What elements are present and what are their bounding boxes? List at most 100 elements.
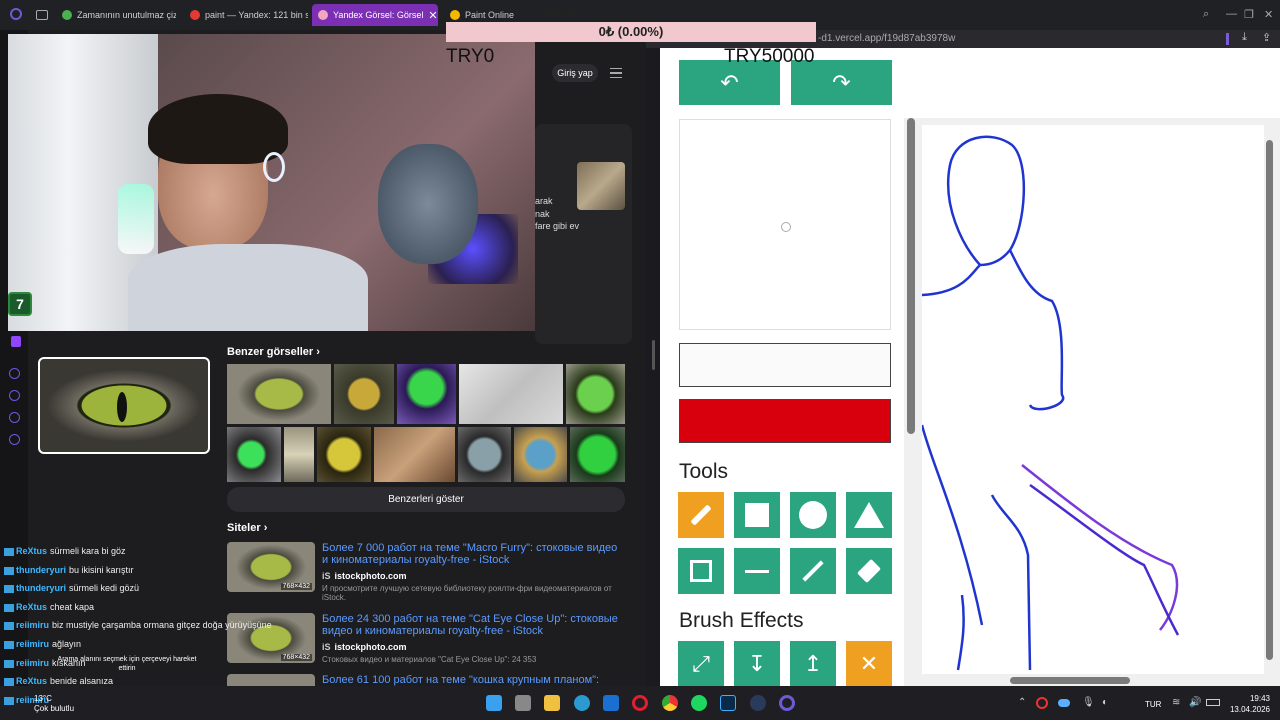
similar-thumb[interactable] xyxy=(374,427,455,482)
arrow-up-effect-button[interactable]: ↥ xyxy=(790,641,836,687)
no-effect-button[interactable]: ✕ xyxy=(846,641,892,687)
tab-zamanin[interactable]: Zamanının unutulmaz çizg xyxy=(56,4,176,26)
selection-frame[interactable] xyxy=(38,357,210,454)
download-list-icon[interactable] xyxy=(9,412,20,423)
show-similar-button[interactable]: Benzerleri göster xyxy=(227,487,625,512)
tray-battery-icon[interactable] xyxy=(1206,699,1220,706)
tab-yandex-images[interactable]: Yandex Görsel: Görsel ✕ xyxy=(312,4,438,26)
file-explorer-icon[interactable] xyxy=(544,695,560,711)
brush-tool-button[interactable] xyxy=(678,492,724,538)
tray-chevron-icon[interactable]: ⌃ xyxy=(1018,697,1026,708)
color-input-white[interactable] xyxy=(679,343,891,387)
color-swatch-red[interactable] xyxy=(679,399,891,443)
chat-username: reiimiru xyxy=(16,620,50,630)
history-icon[interactable] xyxy=(9,390,20,401)
horizontal-scrollbar[interactable] xyxy=(1010,677,1130,684)
result-source[interactable]: iS istockphoto.com xyxy=(322,571,407,581)
share-icon[interactable]: ⇪ xyxy=(1262,31,1271,44)
settings-icon[interactable] xyxy=(9,434,20,445)
right-scrollbar[interactable] xyxy=(1266,140,1273,660)
chat-text: sürmeli kara bi göz xyxy=(50,546,126,556)
line-tool-button[interactable] xyxy=(734,548,780,594)
drawing-canvas[interactable] xyxy=(920,125,1264,674)
chat-message: ReXtus sürmeli kara bi göz xyxy=(4,546,126,556)
search-frame-tooltip: Arama alanını seçmek için çerçeveyi hare… xyxy=(52,655,202,673)
browser-logo-icon[interactable] xyxy=(10,8,22,20)
similar-thumb[interactable] xyxy=(514,427,567,482)
similar-thumb[interactable] xyxy=(566,364,625,424)
edge-icon[interactable] xyxy=(574,695,590,711)
chat-username: ReXtus xyxy=(16,546,48,556)
tray-cloud-icon[interactable] xyxy=(1058,699,1070,707)
tab-list-icon[interactable] xyxy=(36,10,48,20)
result-source[interactable]: iS istockphoto.com xyxy=(322,642,407,652)
similar-thumb[interactable] xyxy=(459,364,563,424)
minimize-icon[interactable]: — xyxy=(1226,8,1237,20)
login-button[interactable]: Giriş yap xyxy=(552,64,598,82)
twitch-badge-icon xyxy=(4,696,14,705)
similar-thumb[interactable] xyxy=(227,364,331,424)
similar-thumb[interactable] xyxy=(284,427,314,482)
result-size-badge: 768×432 xyxy=(280,654,312,661)
expand-effect-button[interactable]: ⤢ xyxy=(678,641,724,687)
square-tool-button[interactable] xyxy=(734,492,780,538)
opera-icon[interactable] xyxy=(632,695,648,711)
close-tab-icon[interactable]: ✕ xyxy=(428,9,437,22)
chat-text: cheat kapa xyxy=(50,602,95,612)
play-icon[interactable] xyxy=(9,368,20,379)
twitch-badge-icon xyxy=(4,603,14,612)
result-thumb[interactable] xyxy=(227,674,315,686)
close-window-icon[interactable]: ✕ xyxy=(1264,8,1273,21)
eraser-tool-button[interactable] xyxy=(846,548,892,594)
triangle-tool-button[interactable] xyxy=(846,492,892,538)
result-thumb[interactable]: 768×432 xyxy=(227,542,315,592)
circle-icon xyxy=(799,501,827,529)
similar-thumb[interactable] xyxy=(317,427,371,482)
snippet-text-3: fare gibi ev xyxy=(535,221,580,231)
tray-wifi-icon[interactable]: ≋ xyxy=(1172,697,1180,708)
spotify-icon[interactable] xyxy=(691,695,707,711)
snippet-thumbnail[interactable] xyxy=(577,162,625,210)
windows-start-icon[interactable] xyxy=(486,695,502,711)
tab-favicon-icon xyxy=(318,10,328,20)
task-view-icon[interactable] xyxy=(515,695,531,711)
restore-icon[interactable]: ❐ xyxy=(1244,8,1254,21)
steam-icon[interactable] xyxy=(750,695,766,711)
search-icon[interactable]: ⌕ xyxy=(1203,8,1209,21)
result-title-link[interactable]: Более 24 300 работ на теме "Cat Eye Clos… xyxy=(322,613,626,637)
download-icon[interactable]: ⤓ xyxy=(1242,31,1247,44)
similar-images-heading[interactable]: Benzer görseller › xyxy=(227,346,320,358)
microphone xyxy=(118,184,154,254)
similar-thumb[interactable] xyxy=(227,427,281,482)
chat-username: thunderyuri xyxy=(16,565,67,575)
bookmark-icon[interactable] xyxy=(1226,33,1229,45)
tray-network-icon[interactable]: ◐ xyxy=(1102,697,1108,708)
tab-yandex-search[interactable]: paint — Yandex: 121 bin so xyxy=(184,4,308,26)
circle-tool-button[interactable] xyxy=(790,492,836,538)
sites-heading[interactable]: Siteler › xyxy=(227,522,267,534)
magic-wand-tool-button[interactable] xyxy=(790,548,836,594)
weather-widget[interactable]: 13°C Çok bulutlu xyxy=(34,694,74,714)
person-shirt xyxy=(128,244,368,331)
chrome-icon[interactable] xyxy=(662,695,678,711)
result-title-link[interactable]: Более 7 000 работ на теме "Macro Furry":… xyxy=(322,542,626,566)
vertical-scrollbar[interactable] xyxy=(907,118,915,434)
similar-thumb[interactable] xyxy=(334,364,394,424)
tray-microphone-icon[interactable]: 🎙 xyxy=(1082,697,1095,708)
result-title-link[interactable]: Более 61 100 работ на теме "кошка крупны… xyxy=(322,674,626,686)
browser-icon[interactable] xyxy=(779,695,795,711)
arrow-down-effect-button[interactable]: ↧ xyxy=(734,641,780,687)
clock[interactable]: 19:43 13.04.2026 xyxy=(1226,693,1270,715)
similar-thumb[interactable] xyxy=(458,427,511,482)
tray-volume-icon[interactable]: 🔊 xyxy=(1189,697,1201,708)
tray-app-icon[interactable] xyxy=(1036,697,1048,709)
photoshop-icon[interactable] xyxy=(720,695,736,711)
similar-thumb[interactable] xyxy=(397,364,456,424)
page-scrollbar[interactable] xyxy=(652,340,655,370)
polygon-tool-button[interactable] xyxy=(678,548,724,594)
similar-thumb[interactable] xyxy=(570,427,625,482)
outlook-icon[interactable] xyxy=(603,695,619,711)
magic-wand-icon xyxy=(802,560,824,582)
twitch-icon[interactable] xyxy=(11,336,21,347)
lang-indicator[interactable]: TUR xyxy=(1145,700,1161,709)
